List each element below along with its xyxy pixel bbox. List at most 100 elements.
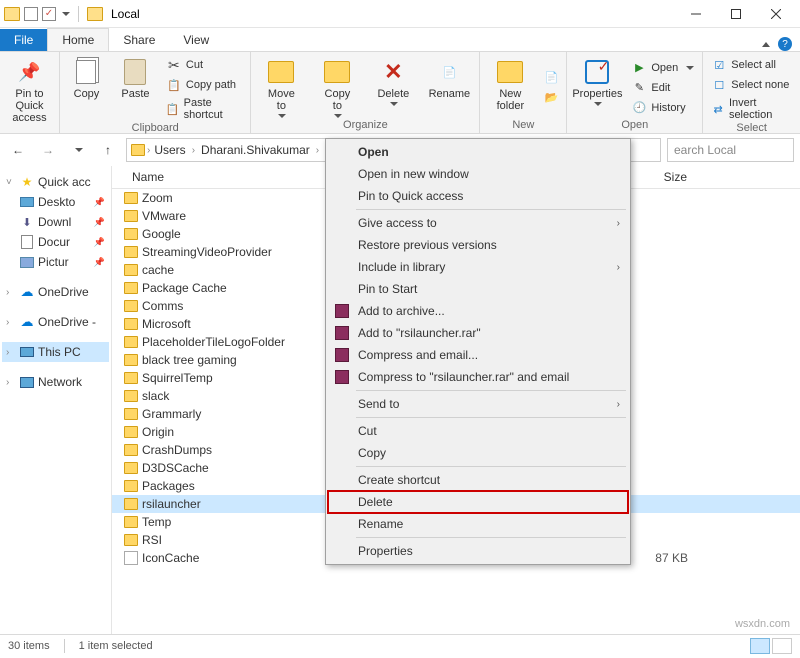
new-folder-button[interactable]: New folder	[486, 56, 534, 119]
view-large-button[interactable]	[772, 638, 792, 654]
copy-button[interactable]: Copy	[66, 56, 107, 122]
close-button[interactable]	[756, 0, 796, 28]
context-menu-item[interactable]: Open	[328, 141, 628, 163]
select-all-button[interactable]: ☑Select all	[709, 56, 794, 74]
nav-back-button[interactable]: ←	[6, 138, 30, 162]
nav-item[interactable]: ›☁OneDrive	[2, 282, 109, 302]
qat-check2[interactable]	[42, 7, 56, 21]
context-menu-item[interactable]: Add to archive...	[328, 300, 628, 322]
minimize-button[interactable]	[676, 0, 716, 28]
menu-item-label: Cut	[358, 424, 377, 438]
collapse-ribbon-icon[interactable]	[762, 42, 770, 47]
tab-share[interactable]: Share	[109, 29, 169, 51]
tab-view[interactable]: View	[169, 29, 223, 51]
nav-item[interactable]: ˅★Quick acc	[2, 172, 109, 192]
menu-item-label: Delete	[358, 495, 393, 509]
pin-quick-access-button[interactable]: 📌Pin to Quick access	[6, 56, 53, 131]
nav-up-button[interactable]: ↑	[96, 138, 120, 162]
copy-to-button[interactable]: Copy to	[313, 56, 361, 119]
context-menu-item[interactable]: Pin to Quick access	[328, 185, 628, 207]
qat-dropdown-icon[interactable]	[62, 12, 70, 16]
app-folder-icon	[4, 7, 20, 21]
menu-item-label: Create shortcut	[358, 473, 440, 487]
nav-item-label: Quick acc	[38, 175, 91, 189]
status-selected: 1 item selected	[79, 640, 153, 652]
pin-icon: 📌	[94, 237, 105, 248]
move-to-button[interactable]: Move to	[257, 56, 305, 119]
context-menu-item[interactable]: Open in new window	[328, 163, 628, 185]
paste-button[interactable]: Paste	[115, 56, 156, 122]
nav-item[interactable]: Docur📌	[2, 232, 109, 252]
nav-item-label: Deskto	[38, 195, 75, 209]
invert-selection-button[interactable]: ⇄Invert selection	[709, 96, 794, 122]
history-button[interactable]: 🕘History	[629, 99, 696, 117]
group-select-label: Select	[709, 122, 794, 134]
watermark: wsxdn.com	[735, 618, 790, 630]
folder-icon	[124, 372, 138, 384]
nav-item[interactable]: ›This PC	[2, 342, 109, 362]
help-icon[interactable]: ?	[778, 37, 792, 51]
file-name: Google	[142, 227, 181, 241]
menu-item-label: Copy	[358, 446, 386, 460]
context-menu-item[interactable]: Cut	[328, 420, 628, 442]
context-menu-item[interactable]: Compress and email...	[328, 344, 628, 366]
qat-check1[interactable]	[24, 7, 38, 21]
folder-icon	[124, 498, 138, 510]
separator	[78, 6, 79, 22]
nav-item[interactable]: Pictur📌	[2, 252, 109, 272]
context-menu-item[interactable]: Copy	[328, 442, 628, 464]
copy-path-button[interactable]: 📋Copy path	[164, 76, 244, 94]
tab-home[interactable]: Home	[47, 28, 109, 51]
context-menu-item[interactable]: Create shortcut	[328, 469, 628, 491]
properties-button[interactable]: Properties	[573, 56, 621, 119]
folder-icon	[124, 534, 138, 546]
edit-button[interactable]: ✎Edit	[629, 79, 696, 97]
context-menu-item[interactable]: Give access to›	[328, 212, 628, 234]
delete-button[interactable]: ✕Delete	[369, 56, 417, 119]
select-none-button[interactable]: ☐Select none	[709, 76, 794, 94]
folder-icon	[124, 516, 138, 528]
maximize-button[interactable]	[716, 0, 756, 28]
doc-icon	[20, 235, 34, 249]
cloud-icon: ☁	[20, 285, 34, 299]
menu-item-label: Send to	[358, 397, 399, 411]
context-menu-item[interactable]: Properties	[328, 540, 628, 562]
cloud-icon: ☁	[20, 315, 34, 329]
context-menu-item[interactable]: Restore previous versions	[328, 234, 628, 256]
folder-icon	[124, 390, 138, 402]
view-details-button[interactable]	[750, 638, 770, 654]
rar-icon	[334, 303, 350, 319]
context-menu-item[interactable]: Pin to Start	[328, 278, 628, 300]
search-input[interactable]: earch Local	[667, 138, 794, 162]
easy-access-button[interactable]: 📂	[542, 89, 560, 107]
context-menu-item[interactable]: Include in library›	[328, 256, 628, 278]
pc-icon	[20, 345, 34, 359]
context-menu-item[interactable]: Rename	[328, 513, 628, 535]
desktop-icon	[20, 195, 34, 209]
nav-forward-button[interactable]: →	[36, 138, 60, 162]
file-name: D3DSCache	[142, 461, 209, 475]
breadcrumb-item[interactable]: Users›	[152, 143, 197, 157]
cut-button[interactable]: ✂Cut	[164, 56, 244, 74]
context-menu-item[interactable]: Add to "rsilauncher.rar"	[328, 322, 628, 344]
nav-item-label: Downl	[38, 215, 71, 229]
rename-button[interactable]: 📄Rename	[425, 56, 473, 119]
pic-icon	[20, 255, 34, 269]
breadcrumb-item[interactable]: Dharani.Shivakumar›	[199, 143, 321, 157]
nav-item[interactable]: Deskto📌	[2, 192, 109, 212]
menu-item-label: Restore previous versions	[358, 238, 497, 252]
context-menu-item[interactable]: Send to›	[328, 393, 628, 415]
new-item-button[interactable]: 📄	[542, 69, 560, 87]
nav-item[interactable]: ›☁OneDrive -	[2, 312, 109, 332]
context-menu-item[interactable]: Delete	[328, 491, 628, 513]
nav-recent-button[interactable]	[66, 138, 90, 162]
rar-icon	[334, 325, 350, 341]
open-button[interactable]: ▶Open	[629, 59, 696, 77]
file-name: RSI	[142, 533, 162, 547]
context-menu-item[interactable]: Compress to "rsilauncher.rar" and email	[328, 366, 628, 388]
tab-file[interactable]: File	[0, 29, 47, 51]
nav-item[interactable]: ⬇Downl📌	[2, 212, 109, 232]
folder-icon	[124, 354, 138, 366]
paste-shortcut-button[interactable]: 📋Paste shortcut	[164, 96, 244, 122]
nav-item[interactable]: ›Network	[2, 372, 109, 392]
